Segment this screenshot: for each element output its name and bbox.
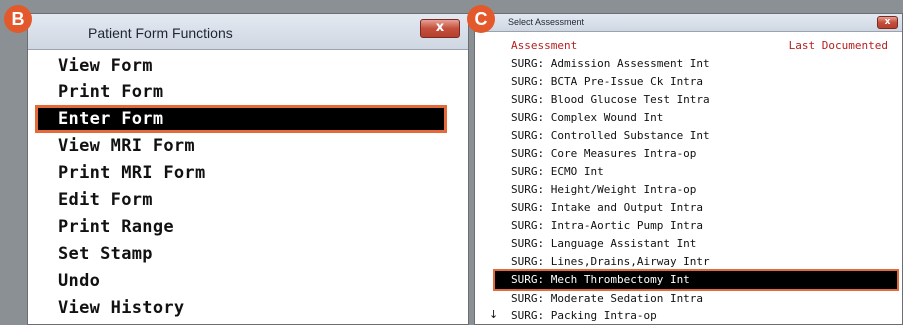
close-button[interactable]: x <box>420 19 460 38</box>
form-function-list: View Form Print Form Enter Form View MRI… <box>28 50 468 324</box>
dialog-title: Select Assessment <box>508 17 585 27</box>
menu-item-undo[interactable]: Undo <box>58 270 100 292</box>
list-item[interactable]: SURG: ECMO Int <box>511 163 604 181</box>
menu-item-set-stamp[interactable]: Set Stamp <box>58 243 153 265</box>
menu-item-print-mri-form[interactable]: Print MRI Form <box>58 162 206 184</box>
column-header-assessment: Assessment <box>511 39 578 52</box>
menu-item-view-history[interactable]: View History <box>58 297 184 319</box>
list-item[interactable]: SURG: Complex Wound Int <box>511 109 663 127</box>
close-button[interactable]: x <box>877 16 898 29</box>
list-item[interactable]: SURG: Blood Glucose Test Intra <box>511 91 710 109</box>
menu-item-print-range[interactable]: Print Range <box>58 216 174 238</box>
list-item[interactable]: SURG: Moderate Sedation Intra <box>511 290 703 308</box>
menu-item-view-form[interactable]: View Form <box>58 55 153 77</box>
title-bar: Select Assessment x <box>475 14 902 32</box>
menu-item-view-mri-form[interactable]: View MRI Form <box>58 135 195 157</box>
list-item[interactable]: SURG: Core Measures Intra-op <box>511 145 696 163</box>
list-item-selected[interactable]: SURG: Mech Thrombectomy Int <box>493 269 899 291</box>
column-header-last-documented: Last Documented <box>788 39 888 52</box>
menu-item-edit-form[interactable]: Edit Form <box>58 189 153 211</box>
list-item[interactable]: SURG: Height/Weight Intra-op <box>511 181 696 199</box>
dialog-title: Patient Form Functions <box>88 25 233 41</box>
menu-item-enter-form[interactable]: Enter Form <box>35 105 447 133</box>
title-bar: Patient Form Functions x <box>28 14 468 50</box>
list-item[interactable]: SURG: Controlled Substance Int <box>511 127 710 145</box>
scroll-down-arrow-icon[interactable]: ↓ <box>489 308 498 321</box>
patient-form-functions-dialog: Patient Form Functions x View Form Print… <box>27 13 469 325</box>
callout-badge-b: B <box>4 5 32 33</box>
list-item[interactable]: SURG: Packing Intra-op <box>511 307 657 324</box>
list-item[interactable]: SURG: Language Assistant Int <box>511 235 696 253</box>
callout-badge-c: C <box>467 5 495 33</box>
list-item[interactable]: SURG: Intra-Aortic Pump Intra <box>511 217 703 235</box>
list-item[interactable]: SURG: Admission Assessment Int <box>511 55 710 73</box>
list-item[interactable]: SURG: Intake and Output Intra <box>511 199 703 217</box>
list-item[interactable]: SURG: Lines,Drains,Airway Intr <box>511 253 710 271</box>
menu-item-print-form[interactable]: Print Form <box>58 81 163 103</box>
select-assessment-dialog: Select Assessment x Assessment Last Docu… <box>474 13 903 325</box>
list-item[interactable]: SURG: BCTA Pre-Issue Ck Intra <box>511 73 703 91</box>
